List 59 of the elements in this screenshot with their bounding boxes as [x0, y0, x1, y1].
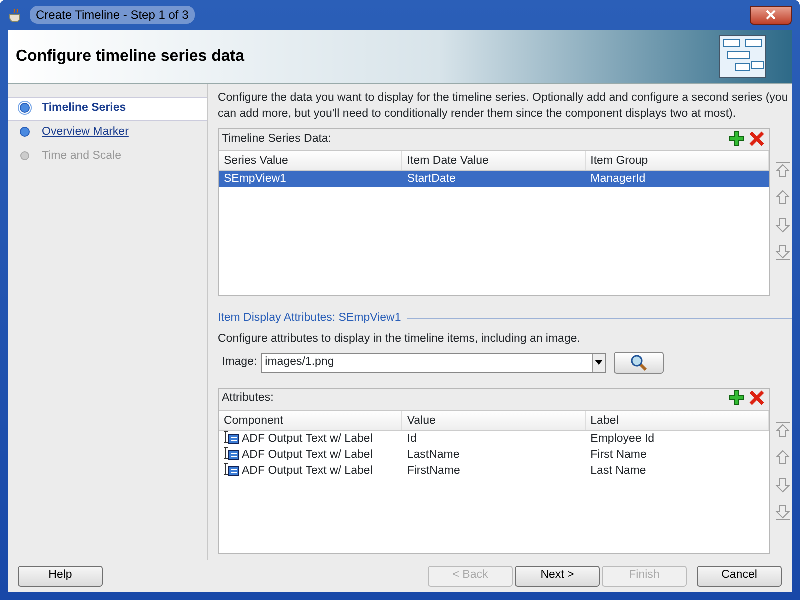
table-title: Attributes: — [222, 391, 274, 406]
selected-row[interactable]: SEmpView1 StartDate ManagerId — [219, 171, 769, 187]
disabled-button: < Back — [428, 566, 513, 586]
column-header[interactable]: Label — [586, 410, 769, 430]
table-cell-text: Employee Id — [590, 432, 655, 446]
move-top-icon[interactable] — [774, 422, 792, 440]
window-title: Create Timeline - Step 1 of 3 — [30, 6, 195, 24]
table-row[interactable]: ADF Output Text w/ Label Id Employee Id — [219, 430, 769, 446]
table-row[interactable]: ADF Output Text w/ Label FirstName Last Name — [219, 462, 769, 478]
table-cell-text: FirstName — [407, 464, 460, 478]
move-down-icon[interactable] — [774, 216, 792, 234]
disabled-button: Finish — [602, 566, 687, 586]
column-header[interactable]: Item Date Value — [402, 151, 586, 170]
image-label: Image: — [222, 354, 258, 370]
dialog-button[interactable]: Cancel — [697, 566, 782, 586]
description-text: Configure attributes to display in the timeline items, including an image. — [218, 332, 582, 348]
instruction-text: Configure the data you want to display for the timeline series. Optionally add and configure a second series (you can add more, but you'll need to conditionally render them since the component displays two at most). — [218, 91, 790, 122]
search-icon — [630, 354, 648, 372]
delete-icon[interactable] — [749, 390, 765, 408]
move-bottom-icon[interactable] — [774, 243, 792, 261]
table-cell-text: ADF Output Text w/ Label — [242, 448, 373, 462]
move-top-icon[interactable] — [774, 162, 792, 180]
component-icon — [224, 446, 240, 462]
move-down-icon[interactable] — [774, 476, 792, 494]
step-link[interactable]: Overview Marker — [42, 124, 129, 142]
table-cell-text: Id — [407, 432, 417, 446]
timeline-diagram-icon — [718, 34, 768, 80]
dialog-button[interactable]: Help — [18, 566, 103, 586]
column-header[interactable]: Series Value — [219, 151, 402, 170]
table-cell-text: ADF Output Text w/ Label — [242, 464, 373, 478]
table-cell-text: SEmpView1 — [224, 172, 286, 187]
page-title: Configure timeline series data — [16, 46, 245, 66]
move-bottom-icon[interactable] — [774, 502, 792, 520]
close-button[interactable] — [750, 6, 792, 24]
table-cell-text: First Name — [590, 448, 647, 462]
add-icon[interactable] — [729, 390, 745, 408]
delete-icon[interactable] — [749, 130, 765, 148]
column-header[interactable]: Value — [402, 410, 586, 430]
close-icon — [766, 10, 776, 20]
section-heading: Item Display Attributes: SEmpView1 — [218, 311, 402, 326]
move-up-icon[interactable] — [774, 448, 792, 466]
table-cell-text: ADF Output Text w/ Label — [242, 432, 373, 446]
image-combo-field[interactable]: images/1.png — [261, 352, 606, 372]
table-cell-text: ManagerId — [590, 172, 646, 187]
add-icon[interactable] — [729, 130, 745, 148]
search-button[interactable] — [614, 352, 664, 374]
table-row[interactable]: ADF Output Text w/ Label LastName First Name — [219, 446, 769, 462]
component-icon — [224, 430, 240, 446]
move-up-icon[interactable] — [774, 189, 792, 207]
component-icon — [224, 462, 240, 478]
column-header[interactable]: Item Group — [586, 151, 769, 170]
caret-icon[interactable] — [595, 360, 604, 365]
column-header[interactable]: Component — [219, 410, 402, 430]
table-title: Timeline Series Data: — [222, 132, 332, 147]
dialog-button[interactable]: Next > — [515, 566, 600, 586]
table-cell-text: StartDate — [407, 172, 456, 187]
table-cell-text: LastName — [407, 448, 460, 462]
table-cell-text: Last Name — [590, 464, 646, 478]
step-item: Time and Scale — [42, 149, 122, 164]
